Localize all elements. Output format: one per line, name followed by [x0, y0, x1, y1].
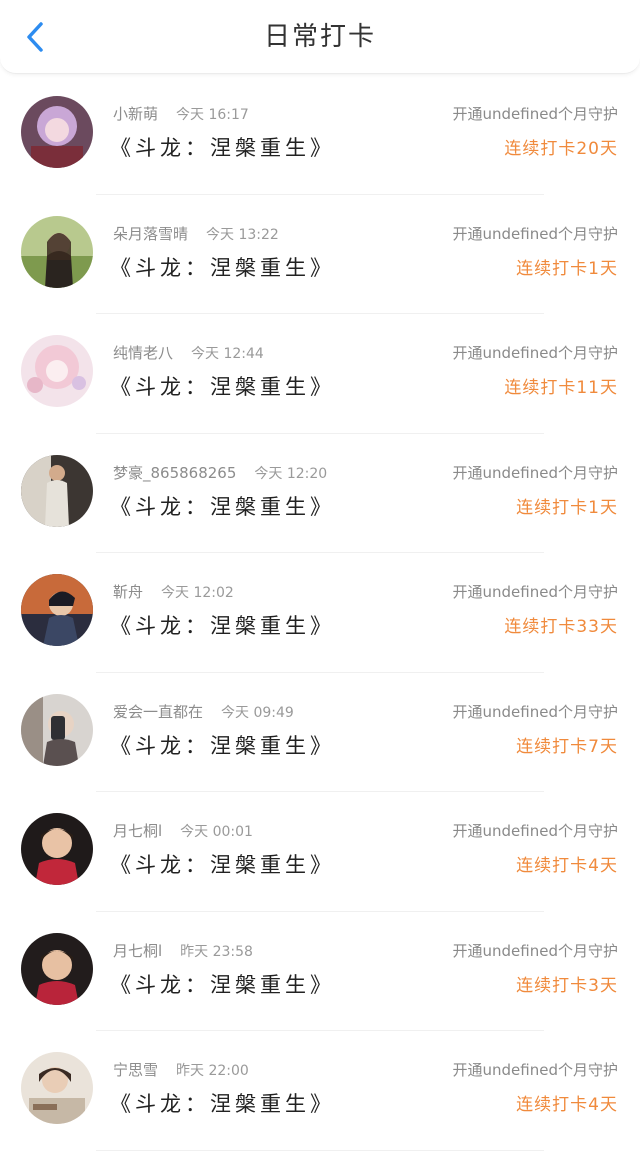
avatar[interactable] [21, 574, 93, 646]
entry-meta: 宁思雪 昨天 22:00 [113, 1059, 249, 1080]
username[interactable]: 朵月落雪晴 [113, 225, 188, 243]
streak-text: 连续打卡4天 [516, 856, 618, 876]
username[interactable]: 纯情老八 [113, 344, 173, 362]
checkin-time: 今天 16:17 [176, 107, 249, 123]
checkin-time: 昨天 23:58 [180, 943, 253, 960]
entry-meta: 朵月落雪晴 今天 13:22 [113, 223, 279, 244]
list-item[interactable]: 月七桐l 今天 00:01 《斗龙：涅槃重生》 开通undefined个月守护 连… [0, 792, 640, 912]
book-title[interactable]: 《斗龙：涅槃重生》 [110, 371, 335, 401]
checkin-time: 今天 12:44 [191, 346, 264, 362]
avatar[interactable] [21, 693, 93, 766]
guard-text: 开通undefined个月守护 [452, 105, 618, 123]
guard-text: 开通undefined个月守护 [452, 583, 618, 601]
guard-text: 开通undefined个月守护 [452, 463, 618, 482]
guard-text: 开通undefined个月守护 [452, 344, 618, 362]
entry-meta: 月七桐l 昨天 23:58 [113, 940, 253, 961]
streak-text: 连续打卡1天 [516, 258, 618, 279]
book-title[interactable]: 《斗龙：涅槃重生》 [110, 491, 335, 521]
guard-text: 开通undefined个月守护 [452, 1061, 618, 1079]
username[interactable]: 梦豪_865868265 [113, 464, 236, 482]
list-item[interactable]: 宁思雪 昨天 22:00 《斗龙：涅槃重生》 开通undefined个月守护 连续… [0, 1031, 640, 1151]
page-title: 日常打卡 [263, 22, 376, 52]
book-title[interactable]: 《斗龙：涅槃重生》 [110, 252, 335, 282]
checkin-time: 今天 12:02 [161, 585, 234, 601]
list-item[interactable]: 纯情老八 今天 12:44 《斗龙：涅槃重生》 开通undefined个月守护 连… [0, 314, 640, 434]
checkin-list: 小新萌 今天 16:17 《斗龙：涅槃重生》 开通undefined个月守护 连续… [0, 75, 640, 1151]
list-item[interactable]: 月七桐l 昨天 23:58 《斗龙：涅槃重生》 开通undefined个月守护 连… [0, 912, 640, 1032]
streak-text: 连续打卡3天 [516, 975, 618, 996]
entry-meta: 梦豪_865868265 今天 12:20 [113, 462, 327, 483]
top-nav-bar: 日常打卡 [0, 0, 640, 74]
checkin-time: 今天 13:22 [206, 226, 279, 243]
list-item[interactable]: 靳舟 今天 12:02 《斗龙：涅槃重生》 开通undefined个月守护 连续打… [0, 553, 640, 673]
avatar[interactable] [21, 335, 93, 407]
checkin-time: 今天 00:01 [180, 824, 253, 840]
book-title[interactable]: 《斗龙：涅槃重生》 [110, 730, 335, 760]
entry-meta: 靳舟 今天 12:02 [113, 581, 234, 602]
entry-meta: 小新萌 今天 16:17 [113, 103, 249, 124]
avatar[interactable] [21, 215, 93, 288]
username[interactable]: 宁思雪 [113, 1061, 158, 1079]
username[interactable]: 月七桐l [113, 822, 162, 840]
avatar[interactable] [21, 454, 93, 527]
checkin-time: 今天 12:20 [254, 465, 328, 482]
guard-text: 开通undefined个月守护 [452, 702, 618, 721]
streak-text: 连续打卡20天 [504, 139, 618, 159]
username[interactable]: 靳舟 [113, 583, 143, 601]
avatar[interactable] [21, 813, 93, 885]
username[interactable]: 月七桐l [113, 942, 162, 960]
streak-text: 连续打卡4天 [516, 1095, 618, 1115]
streak-text: 连续打卡33天 [504, 617, 618, 637]
list-item[interactable]: 梦豪_865868265 今天 12:20 《斗龙：涅槃重生》 开通undefin… [0, 434, 640, 554]
streak-text: 连续打卡7天 [516, 736, 618, 757]
avatar[interactable] [21, 96, 93, 168]
streak-text: 连续打卡1天 [516, 497, 618, 518]
guard-text: 开通undefined个月守护 [452, 822, 618, 840]
list-item[interactable]: 朵月落雪晴 今天 13:22 《斗龙：涅槃重生》 开通undefined个月守护 … [0, 195, 640, 315]
list-item[interactable]: 爱会一直都在 今天 09:49 《斗龙：涅槃重生》 开通undefined个月守护… [0, 673, 640, 793]
book-title[interactable]: 《斗龙：涅槃重生》 [110, 1088, 335, 1118]
username[interactable]: 小新萌 [113, 105, 158, 123]
avatar[interactable] [21, 1052, 93, 1124]
book-title[interactable]: 《斗龙：涅槃重生》 [110, 969, 335, 999]
entry-meta: 爱会一直都在 今天 09:49 [113, 701, 294, 722]
checkin-time: 昨天 22:00 [176, 1063, 249, 1079]
guard-text: 开通undefined个月守护 [452, 224, 618, 243]
book-title[interactable]: 《斗龙：涅槃重生》 [110, 132, 335, 162]
book-title[interactable]: 《斗龙：涅槃重生》 [110, 610, 335, 640]
username[interactable]: 爱会一直都在 [113, 703, 203, 721]
entry-meta: 月七桐l 今天 00:01 [113, 820, 253, 841]
streak-text: 连续打卡11天 [504, 378, 618, 398]
checkin-time: 今天 09:49 [221, 704, 294, 721]
guard-text: 开通undefined个月守护 [452, 941, 618, 960]
book-title[interactable]: 《斗龙：涅槃重生》 [110, 849, 335, 879]
avatar[interactable] [21, 932, 93, 1005]
list-item[interactable]: 小新萌 今天 16:17 《斗龙：涅槃重生》 开通undefined个月守护 连续… [0, 75, 640, 195]
entry-meta: 纯情老八 今天 12:44 [113, 342, 264, 363]
